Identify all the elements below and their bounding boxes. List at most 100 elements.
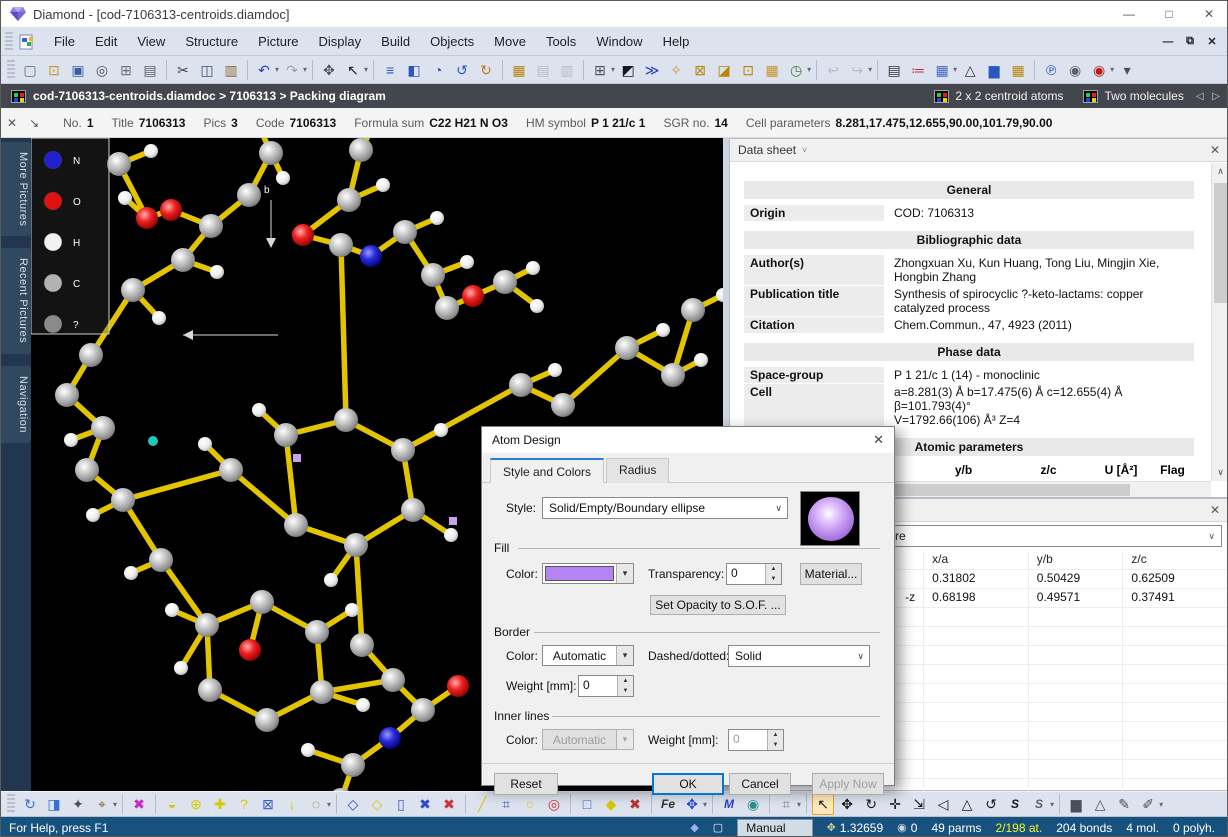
atom-C[interactable]	[344, 533, 368, 557]
get-atoms-button[interactable]: ↓	[281, 793, 303, 815]
atom-H[interactable]	[376, 178, 390, 192]
style-combobox[interactable]: Solid/Empty/Boundary ellipse ∨	[542, 497, 788, 519]
select-mode-button[interactable]: ↖	[812, 793, 834, 815]
molecule-in-cell-button[interactable]: ▯	[390, 793, 412, 815]
atom-C[interactable]	[198, 678, 222, 702]
pan-hand-button[interactable]: ✥	[318, 59, 340, 81]
picture-tab-2-x-2-centroid-atoms[interactable]: 2 x 2 centroid atoms	[926, 87, 1071, 105]
spin-down-icon[interactable]: ▼	[766, 574, 781, 584]
tab-style-and-colors[interactable]: Style and Colors	[490, 458, 604, 483]
window-close-button[interactable]: ✕	[1189, 1, 1228, 27]
atom-C[interactable]	[551, 393, 575, 417]
chevron-down-icon[interactable]: ▾	[1050, 800, 1054, 809]
menu-objects[interactable]: Objects	[420, 30, 484, 53]
scroll-up-icon[interactable]: ∧	[1212, 163, 1228, 180]
chevron-down-icon[interactable]: ▾	[703, 800, 707, 809]
bond[interactable]	[123, 470, 231, 500]
atom-C[interactable]	[219, 458, 243, 482]
atom-C[interactable]	[381, 668, 405, 692]
copy-picture-button[interactable]: ◪	[713, 59, 735, 81]
atom-H[interactable]	[460, 255, 474, 269]
chevron-down-icon[interactable]: ▾	[953, 65, 957, 74]
atom-C[interactable]	[305, 620, 329, 644]
atom-H[interactable]	[301, 743, 315, 757]
atom-C[interactable]	[411, 698, 435, 722]
atom-C[interactable]	[509, 373, 533, 397]
properties-pane-button[interactable]: ◧	[403, 59, 425, 81]
menu-file[interactable]: File	[44, 30, 85, 53]
measure-angle-button[interactable]: △	[1089, 793, 1111, 815]
atom-C[interactable]	[391, 438, 415, 462]
atom-C[interactable]	[310, 680, 334, 704]
atom-C[interactable]	[75, 458, 99, 482]
chevron-down-icon[interactable]: ▾	[1159, 800, 1163, 809]
complete-fragments-button[interactable]: ?	[233, 793, 255, 815]
atom-H[interactable]	[64, 433, 78, 447]
auto-build-wand-button[interactable]: ✦	[67, 793, 89, 815]
edit-drawing-button[interactable]: ✐	[1137, 793, 1159, 815]
atom-C[interactable]	[149, 548, 173, 572]
ring-template-button[interactable]: ○	[519, 793, 541, 815]
update-picture-button[interactable]: ↻	[19, 793, 41, 815]
picture-properties-button[interactable]: ◨	[43, 793, 65, 815]
atom-N[interactable]	[360, 245, 382, 267]
menu-picture[interactable]: Picture	[248, 30, 308, 53]
atom-C[interactable]	[199, 214, 223, 238]
atom-O[interactable]	[292, 224, 314, 246]
atom-O[interactable]	[462, 285, 484, 307]
add-atom-button[interactable]: ◒	[161, 793, 183, 815]
atom-O[interactable]	[447, 675, 469, 697]
chevron-down-icon[interactable]: ▾	[113, 800, 117, 809]
toolbar-grip[interactable]	[7, 60, 15, 80]
atom-H[interactable]	[530, 299, 544, 313]
new-document-button[interactable]: ▢	[19, 59, 41, 81]
atom-C[interactable]	[401, 498, 425, 522]
chevron-down-icon[interactable]: ▾	[868, 65, 872, 74]
report-view-button[interactable]: ▤	[883, 59, 905, 81]
table-view-button[interactable]: ▦	[931, 59, 953, 81]
atom-H[interactable]	[430, 211, 444, 225]
centroid-atom[interactable]	[449, 517, 457, 525]
atom-C[interactable]	[334, 408, 358, 432]
picture-in-window-button[interactable]: ⊠	[689, 59, 711, 81]
atom-C[interactable]	[55, 383, 79, 407]
atom-C[interactable]	[91, 416, 115, 440]
data-sheet-header[interactable]: Data sheet ˅ ✕	[730, 139, 1228, 162]
atom-H[interactable]	[198, 437, 212, 451]
atom-C[interactable]	[341, 753, 365, 777]
atom-C[interactable]	[255, 708, 279, 732]
chevron-down-icon[interactable]: ▾	[364, 65, 368, 74]
print-button[interactable]: ▤	[139, 59, 161, 81]
menu-tools[interactable]: Tools	[536, 30, 586, 53]
grid-layout-button[interactable]: ⊞	[589, 59, 611, 81]
picture-gallery-button[interactable]: ▦	[761, 59, 783, 81]
atom-H[interactable]	[152, 311, 166, 325]
atom-C[interactable]	[350, 633, 374, 657]
undo-button[interactable]: ↶	[253, 59, 275, 81]
atom-C[interactable]	[111, 488, 135, 512]
save-document-button[interactable]: ▣	[67, 59, 89, 81]
complete-molecule-button[interactable]: ◇	[366, 793, 388, 815]
atom-C[interactable]	[493, 270, 517, 294]
atom-H[interactable]	[356, 698, 370, 712]
sidebar-tab-navigation[interactable]: Navigation	[1, 366, 31, 443]
inner-color-combobox[interactable]: Automatic ▾	[542, 729, 634, 750]
picture-settings-button[interactable]: ◉	[742, 793, 764, 815]
new-picture-button[interactable]: ✧	[665, 59, 687, 81]
atom-H[interactable]	[656, 323, 670, 337]
chevron-down-icon[interactable]: ▾	[303, 65, 307, 74]
ok-button[interactable]: OK	[652, 773, 724, 795]
datasheet-vertical-scrollbar[interactable]: ∧ ∨	[1211, 163, 1228, 481]
atom-H[interactable]	[165, 603, 179, 617]
video-record-button[interactable]: ◉	[1088, 59, 1110, 81]
chevron-down-icon[interactable]: ▾	[807, 65, 811, 74]
close-icon[interactable]: ✕	[1210, 503, 1220, 517]
new-document-icon[interactable]: ▢	[713, 821, 723, 834]
destroy-fragments-button[interactable]: ✖	[438, 793, 460, 815]
atom-H[interactable]	[252, 403, 266, 417]
atom-C[interactable]	[337, 188, 361, 212]
atom-C[interactable]	[421, 263, 445, 287]
presentation-mode-button[interactable]: ℗	[1040, 59, 1062, 81]
properties-table-view-button[interactable]: ▦	[1007, 59, 1029, 81]
chevron-down-icon[interactable]: ▾	[1110, 65, 1114, 74]
